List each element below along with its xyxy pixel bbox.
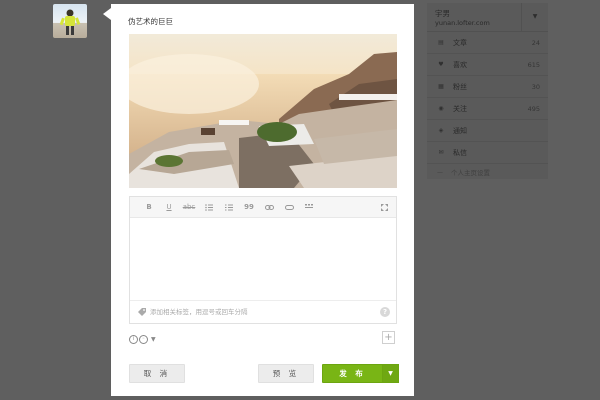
strikethrough-button[interactable]: abc xyxy=(179,197,199,217)
tag-icon xyxy=(138,308,146,316)
underline-button[interactable]: U xyxy=(159,197,179,217)
numbered-list-icon xyxy=(225,204,233,210)
rich-text-editor: B U abc 99 添加相关标签，用逗号或回车分隔 ? xyxy=(129,196,397,324)
publish-button[interactable]: 发 布 xyxy=(322,364,383,383)
sidebar-item-likes[interactable]: ♥ 喜欢 615 xyxy=(427,54,548,76)
sidebar-header: 宇男 yunan.lofter.com ▼ xyxy=(427,3,548,32)
help-icon[interactable]: ? xyxy=(380,307,390,317)
sidebar-item-count: 495 xyxy=(527,104,540,113)
chevron-down-icon: ▼ xyxy=(532,13,538,20)
sidebar-item-notifications[interactable]: ◈ 通知 xyxy=(427,120,548,142)
permission-selector[interactable]: i ◦ ▼ xyxy=(129,335,156,344)
editor-body[interactable] xyxy=(130,218,396,300)
sidebar-item-articles[interactable]: ▤ 文章 24 xyxy=(427,32,548,54)
chevron-down-icon: ▼ xyxy=(388,370,393,377)
cancel-button[interactable]: 取 消 xyxy=(129,364,185,383)
sidebar-item-label: 通知 xyxy=(453,126,467,135)
bullet-list-icon xyxy=(205,203,213,211)
more-button[interactable] xyxy=(299,197,319,217)
user-sidebar: 宇男 yunan.lofter.com ▼ ▤ 文章 24 ♥ 喜欢 615 ▦… xyxy=(427,3,548,179)
sidebar-blog-url[interactable]: yunan.lofter.com xyxy=(435,19,490,27)
post-photo[interactable] xyxy=(129,34,397,188)
quote-button[interactable]: 99 xyxy=(239,197,259,217)
sidebar-item-label: 粉丝 xyxy=(453,82,467,91)
editor-toolbar: B U abc 99 xyxy=(130,197,396,218)
preview-button[interactable]: 预 览 xyxy=(258,364,314,383)
sidebar-toggle[interactable]: ▼ xyxy=(521,3,548,31)
privacy-icon: ◦ xyxy=(139,335,148,344)
article-icon: ▤ xyxy=(438,39,444,46)
post-editor-modal: 伪艺术的巨巨 B U abc 99 添加相关标签，用逗号或回车分隔 ? i ◦ … xyxy=(103,4,414,396)
numbered-list-button[interactable] xyxy=(219,197,239,217)
add-button[interactable]: + xyxy=(382,331,395,344)
sidebar-item-label: 文章 xyxy=(453,38,467,47)
settings-icon: — xyxy=(437,168,443,176)
mail-icon: ✉ xyxy=(438,149,444,156)
sidebar-item-label: 喜欢 xyxy=(453,60,467,69)
sidebar-item-count: 24 xyxy=(531,38,540,47)
expand-icon xyxy=(380,203,388,211)
link-icon xyxy=(264,204,274,210)
sidebar-item-count: 30 xyxy=(531,82,540,91)
sidebar-item-messages[interactable]: ✉ 私信 xyxy=(427,142,548,164)
bullet-list-button[interactable] xyxy=(199,197,219,217)
link-button[interactable] xyxy=(259,197,279,217)
chevron-down-icon: ▼ xyxy=(151,336,156,343)
sidebar-item-label: 私信 xyxy=(453,148,467,157)
sidebar-item-count: 615 xyxy=(527,60,540,69)
sidebar-username[interactable]: 宇男 xyxy=(435,8,450,19)
unlink-icon xyxy=(284,204,294,210)
user-avatar[interactable] xyxy=(53,4,87,38)
more-icon xyxy=(304,204,313,208)
sidebar-item-fans[interactable]: ▦ 粉丝 30 xyxy=(427,76,548,98)
copyright-icon: i xyxy=(129,335,138,344)
post-title[interactable]: 伪艺术的巨巨 xyxy=(128,16,173,27)
unlink-button[interactable] xyxy=(279,197,299,217)
sidebar-item-label: 关注 xyxy=(453,104,467,113)
tags-input[interactable] xyxy=(150,308,350,316)
tags-row: ? xyxy=(130,300,396,323)
sidebar-settings-link[interactable]: — 个人主页设置 xyxy=(427,164,548,180)
heart-icon: ♥ xyxy=(438,61,444,68)
sidebar-item-following[interactable]: ◉ 关注 495 xyxy=(427,98,548,120)
bell-icon: ◈ xyxy=(438,127,444,134)
fullscreen-button[interactable] xyxy=(380,197,388,217)
fans-icon: ▦ xyxy=(438,83,444,90)
publish-options-dropdown[interactable]: ▼ xyxy=(382,364,399,383)
sidebar-settings-label: 个人主页设置 xyxy=(451,169,490,177)
eye-icon: ◉ xyxy=(438,105,444,112)
bold-button[interactable]: B xyxy=(139,197,159,217)
